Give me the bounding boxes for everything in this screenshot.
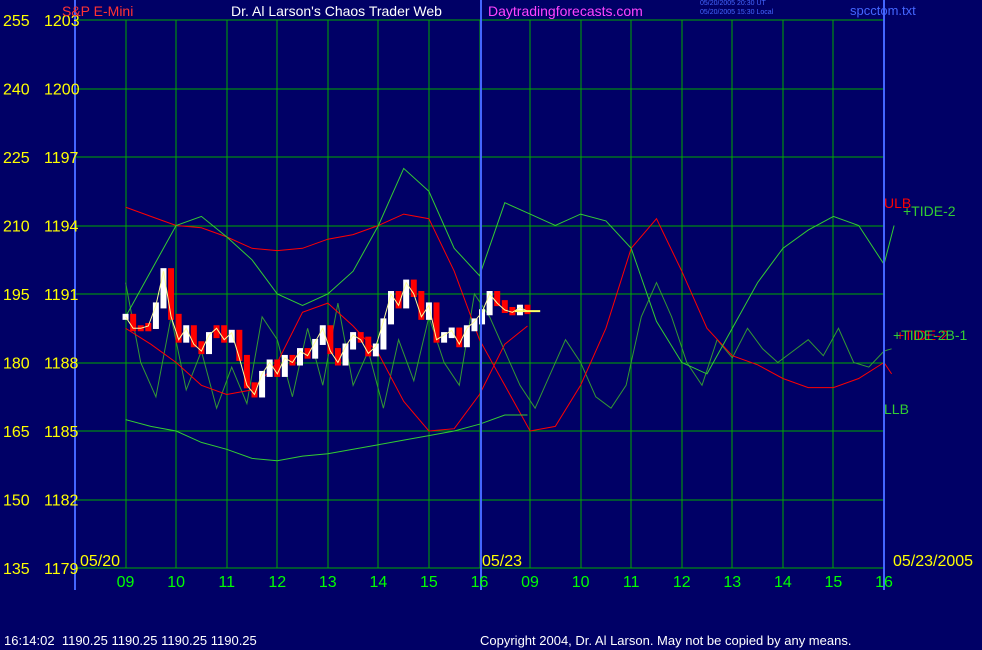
- price-bar: [357, 332, 364, 343]
- date-label: 05/20: [80, 553, 120, 570]
- instrument-label: S&P E-Mini: [62, 3, 134, 19]
- x-tick-label: 14: [774, 574, 792, 591]
- y-right-tick-label: 1182: [44, 493, 79, 510]
- y-left-tick-label: 165: [3, 424, 30, 441]
- y-left-tick-label: 210: [3, 219, 30, 236]
- y-left-tick-label: 240: [3, 82, 30, 99]
- time-ut: 05/20/2005 20:30 UT: [700, 0, 766, 7]
- price-bar: [433, 302, 440, 343]
- price-bar: [448, 327, 455, 339]
- plot-area: [122, 167, 895, 462]
- x-tick-label: 15: [420, 574, 438, 591]
- date-label: 05/23: [482, 553, 522, 570]
- x-tick-label: 12: [268, 574, 286, 591]
- x-tick-label: 09: [117, 574, 135, 591]
- chart-window: 255 1203 240 1200 225 1197 210 1194 195 1191 180 11…: [0, 0, 982, 650]
- series-label: +TIDE-2: [903, 203, 956, 219]
- x-tick-label: 11: [623, 574, 640, 591]
- time-local: 05/20/2005 15:30 Local: [700, 9, 774, 16]
- y-left-tick-label: 150: [3, 493, 30, 510]
- x-tick-label: 14: [369, 574, 387, 591]
- series-label: +TIDE-2B-1: [893, 327, 968, 343]
- price-bar: [236, 329, 243, 361]
- price-bar: [494, 291, 501, 307]
- x-tick-label: 10: [167, 574, 185, 591]
- file-name: spcctom.txt: [850, 3, 916, 18]
- y-right-tick-label: 1185: [44, 424, 79, 441]
- y-left-tick-label: 195: [3, 287, 30, 304]
- series-label: LLB: [884, 401, 909, 417]
- y-left-tick-label: 180: [3, 356, 30, 373]
- y-left-tick-label: 135: [3, 561, 30, 578]
- x-tick-label: 12: [673, 574, 691, 591]
- lower-band-line: [125, 414, 528, 462]
- price-bar: [168, 268, 175, 320]
- y-right-tick-label: 1188: [44, 356, 79, 373]
- x-tick-label: 16: [875, 574, 893, 591]
- x-tick-label: 13: [723, 574, 741, 591]
- price-bar: [243, 354, 250, 389]
- date-label: 05/23/2005: [893, 553, 973, 570]
- chart-canvas: 255 1203240 1200225 1197210 1194195 1191180 11…: [3, 0, 973, 591]
- price-bar: [380, 318, 387, 350]
- price-bar: [388, 291, 395, 325]
- chart-title: Dr. Al Larson's Chaos Trader Web: [231, 3, 442, 19]
- x-tick-label: 09: [521, 574, 539, 591]
- site-link[interactable]: Daytradingforecasts.com: [488, 3, 643, 19]
- x-tick-label: 10: [572, 574, 590, 591]
- x-tick-label: 16: [471, 574, 489, 591]
- price-bar: [160, 268, 167, 309]
- quote-readout: 16:14:02 1190.25 1190.25 1190.25 1190.25: [4, 633, 257, 648]
- ulb-line: [125, 206, 893, 432]
- y-right-tick-label: 1179: [44, 561, 79, 578]
- price-bar: [524, 304, 531, 315]
- grid: [75, 19, 885, 569]
- price-bar: [516, 304, 523, 316]
- y-right-tick-label: 1200: [44, 82, 80, 99]
- y-right-tick-label: 1194: [44, 219, 79, 236]
- y-left-tick-label: 255: [3, 13, 30, 30]
- y-left-tick-label: 225: [3, 150, 30, 167]
- y-right-tick-label: 1197: [44, 150, 79, 167]
- x-tick-label: 13: [319, 574, 337, 591]
- price-bar: [471, 318, 478, 332]
- x-tick-label: 15: [825, 574, 843, 591]
- price-bar: [304, 348, 311, 359]
- y-right-tick-label: 1191: [44, 287, 79, 304]
- copyright-text: Copyright 2004, Dr. Al Larson. May not b…: [480, 633, 852, 648]
- x-tick-label: 11: [218, 574, 235, 591]
